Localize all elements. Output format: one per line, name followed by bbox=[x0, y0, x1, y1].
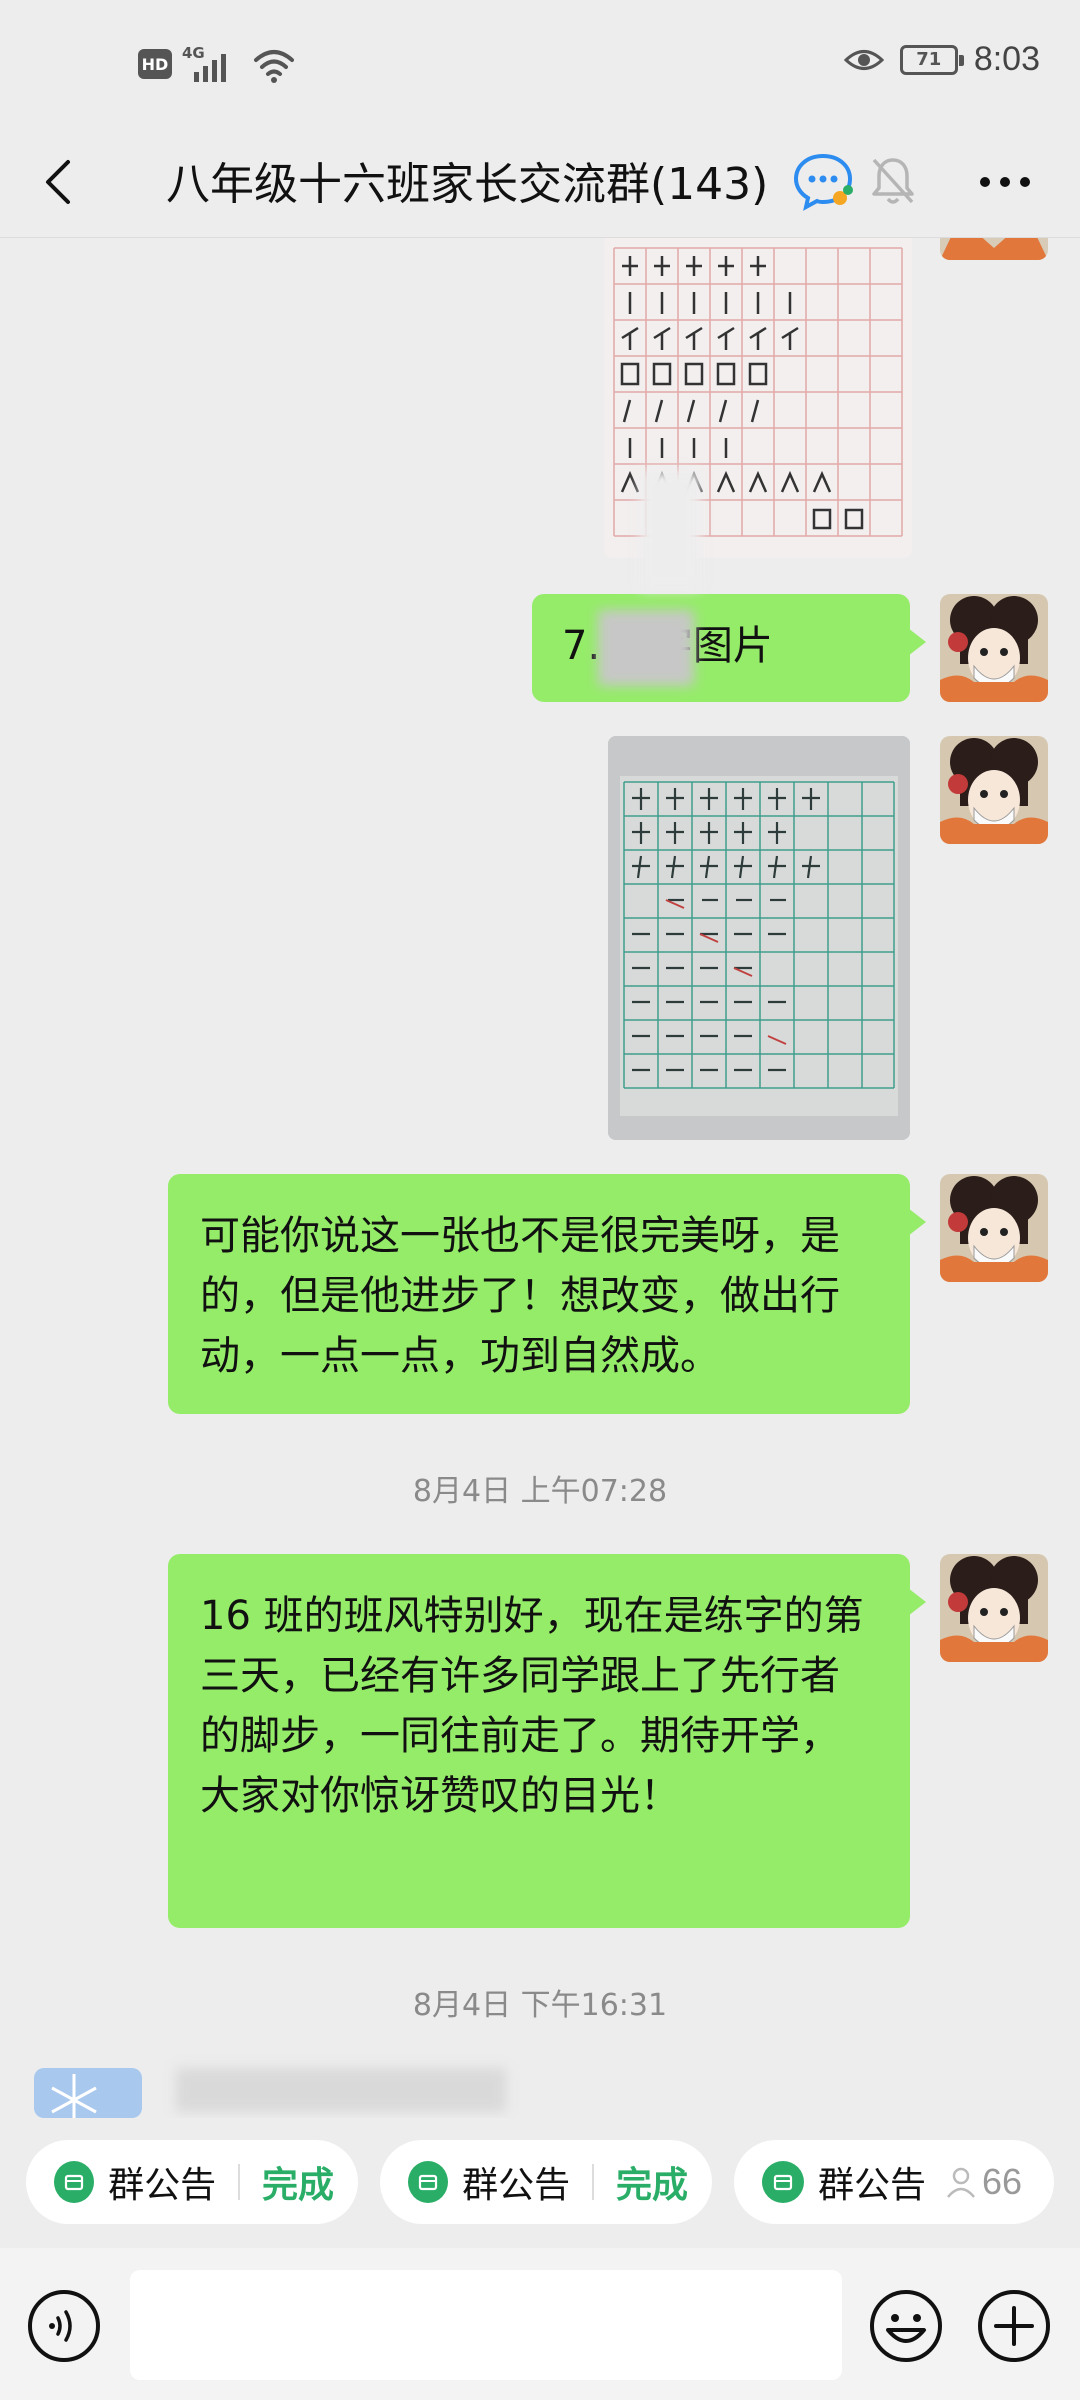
message-bubble[interactable]: 可能你说这一张也不是很完美呀，是的，但是他进步了！想改变，做出行动，一点一点，功… bbox=[168, 1174, 926, 1414]
wifi-icon bbox=[254, 50, 294, 83]
add-attachment-icon[interactable] bbox=[976, 2288, 1052, 2364]
announcement-chip[interactable]: 群公告 完成 bbox=[380, 2140, 712, 2224]
status-bar: HD 4G 71 8:03 bbox=[0, 0, 1080, 130]
back-arrow-icon[interactable] bbox=[30, 152, 90, 212]
status-right: 71 8:03 bbox=[843, 40, 1040, 79]
avatar[interactable] bbox=[940, 736, 1048, 844]
announcement-bar: 群公告 完成 群公告 完成 群公告 66 bbox=[0, 2118, 1080, 2248]
person-icon bbox=[947, 2167, 975, 2198]
group-chat-icon[interactable] bbox=[792, 150, 854, 212]
status-time: 8:03 bbox=[973, 40, 1040, 78]
battery-icon: 71 bbox=[899, 44, 964, 75]
more-options-icon[interactable] bbox=[970, 152, 1040, 212]
mute-bell-icon bbox=[872, 158, 914, 204]
redacted-region bbox=[598, 610, 694, 686]
user-avatar-icon bbox=[940, 1174, 1048, 1282]
announcement-chip[interactable]: 群公告 完成 bbox=[26, 2140, 358, 2224]
handwriting-sheet-icon bbox=[608, 736, 910, 1140]
chat-header: 八年级十六班家长交流群(143) bbox=[0, 130, 1080, 238]
avatar[interactable] bbox=[940, 594, 1048, 702]
announcement-status: 完成 bbox=[261, 2165, 334, 2206]
user-avatar-icon bbox=[940, 1554, 1048, 1662]
snowflake-avatar-icon bbox=[34, 2068, 142, 2118]
voice-input-icon[interactable] bbox=[26, 2288, 102, 2364]
hd-badge: HD bbox=[138, 49, 172, 79]
message-bubble[interactable]: 16 班的班风特别好，现在是练字的第三天，已经有许多同学跟上了先行者的脚步，一同… bbox=[168, 1554, 926, 1928]
user-avatar-icon bbox=[940, 594, 1048, 702]
message-list[interactable]: 7. 练字图片 bbox=[0, 238, 1080, 2118]
message-input[interactable] bbox=[130, 2270, 842, 2380]
message-text: 可能你说这一张也不是很完美呀，是的，但是他进步了！想改变，做出行动，一点一点，功… bbox=[200, 1213, 840, 1379]
avatar[interactable] bbox=[940, 1554, 1048, 1662]
message-bubble[interactable]: 7. 练字图片 bbox=[532, 594, 926, 702]
announcement-label: 群公告 bbox=[108, 2165, 217, 2206]
announcement-label: 群公告 bbox=[462, 2165, 571, 2206]
avatar[interactable] bbox=[940, 238, 1048, 260]
announcement-icon bbox=[408, 2161, 449, 2203]
message-text: 16 班的班风特别好，现在是练字的第三天，已经有许多同学跟上了先行者的脚步，一同… bbox=[200, 1593, 864, 1819]
battery-level: 71 bbox=[916, 49, 942, 70]
status-left: HD 4G bbox=[138, 44, 296, 84]
user-avatar-icon bbox=[940, 238, 1048, 260]
cellular-signal-icon: 4G bbox=[182, 44, 242, 84]
message-timestamp: 8月4日 上午07:28 bbox=[412, 1474, 668, 1509]
announcement-label: 群公告 bbox=[818, 2165, 927, 2206]
eye-comfort-icon bbox=[843, 49, 884, 70]
redacted-region bbox=[640, 470, 700, 590]
announcement-icon bbox=[762, 2161, 804, 2203]
message-image-2[interactable] bbox=[608, 736, 910, 1140]
emoji-icon[interactable] bbox=[868, 2288, 944, 2364]
announcement-status: 完成 bbox=[615, 2165, 688, 2206]
announcement-chip[interactable]: 群公告 66 bbox=[734, 2140, 1054, 2224]
avatar[interactable] bbox=[34, 2068, 142, 2118]
input-bar bbox=[0, 2248, 1080, 2400]
avatar[interactable] bbox=[940, 1174, 1048, 1282]
participant-count: 66 bbox=[944, 2161, 1022, 2203]
redacted-sender-name bbox=[176, 2068, 506, 2112]
participant-count-value: 66 bbox=[982, 2161, 1023, 2202]
user-avatar-icon bbox=[940, 736, 1048, 844]
announcement-icon bbox=[54, 2161, 95, 2203]
message-timestamp: 8月4日 下午16:31 bbox=[412, 1988, 668, 2023]
chat-title: 八年级十六班家长交流群(143) bbox=[166, 159, 769, 210]
